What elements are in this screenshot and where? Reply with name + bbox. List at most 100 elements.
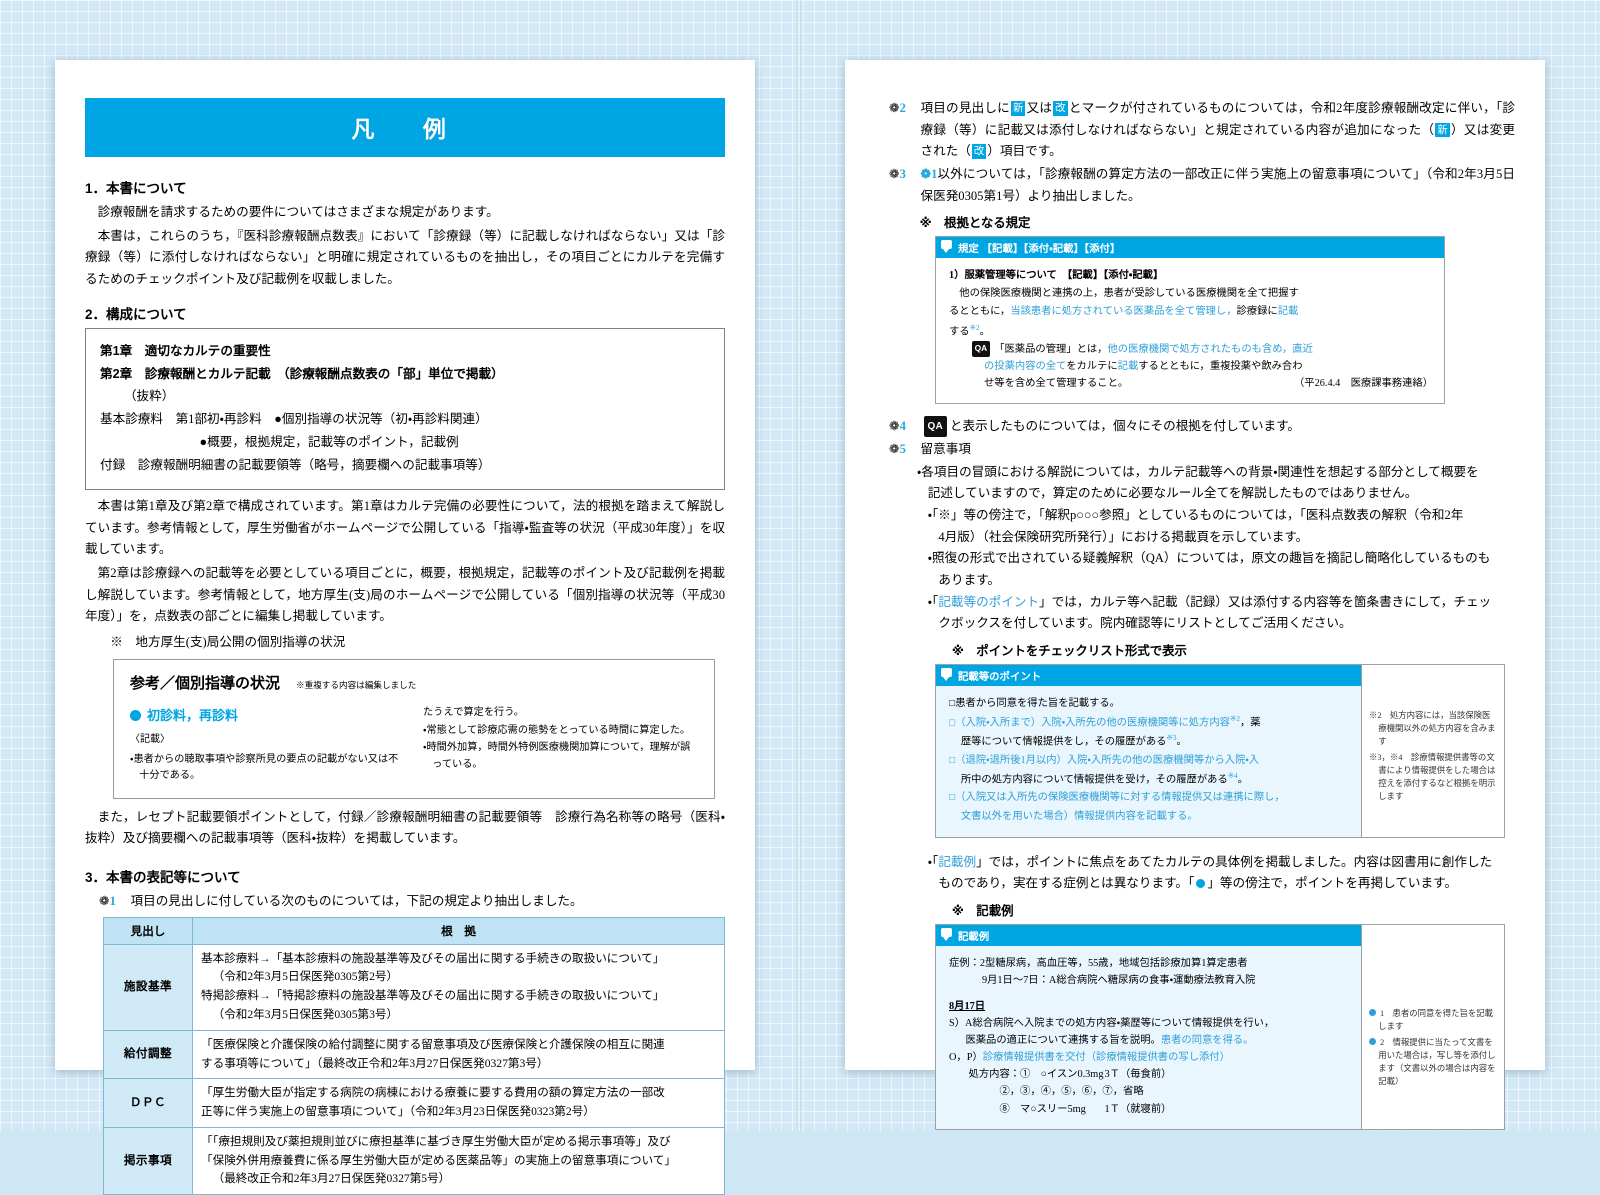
chk2-l2sup: ※3 xyxy=(1166,733,1177,743)
kitei-panel-main: 規定 【記載】【添付・記載】【添付】 1）服薬管理等について 【記載】【添付・記… xyxy=(936,237,1444,403)
note-1-text: 項目の見出しに付している次のものについては，下記の規定より抽出しました。 xyxy=(130,893,583,908)
note5-b4-a: ・「 xyxy=(927,594,939,609)
row1-line1: する事項等について」（最終改正令和2年3月27日保医発0327第3号） xyxy=(201,1056,549,1070)
kitei-l3c: の投薬内容の全て xyxy=(984,361,1067,373)
note-marker-1: ❁1 xyxy=(99,893,116,908)
row3-line1: 「保険外併用療養費に係る厚生労働大臣が定める医薬品等」の実施上の留意事項について… xyxy=(201,1153,676,1167)
outline-line-2: 第2章 診療報酬とカルテ記載 （診療報酬点数表の「部」単位で掲載） xyxy=(100,363,710,386)
rx-head: 処方内容：① ○イスン0.3mg xyxy=(968,1069,1104,1081)
table-row: 掲示事項 「「療担規則及び薬担規則並びに療担基準に基づき厚生労働大臣が定める掲示… xyxy=(103,1126,725,1195)
kitei-panel: 規定 【記載】【添付・記載】【添付】 1）服薬管理等について 【記載】【添付・記… xyxy=(935,236,1445,405)
chk2-l2a: 歴等について情報提供をし，その履歴がある xyxy=(960,736,1167,748)
row3-line2: （最終改正令和2年3月27日保医発0327第5号） xyxy=(212,1172,451,1186)
tag-kai-icon: 改 xyxy=(1053,101,1068,116)
page-title-banner: 凡 例 xyxy=(85,98,725,157)
speech-bubble-icon xyxy=(941,240,952,254)
op-blue: 診療情報提供書を交付（診療情報提供書の写し添付） xyxy=(982,1052,1230,1064)
blue-dot-icon xyxy=(130,710,141,722)
op-a: O，P） xyxy=(949,1052,983,1064)
right-note-2: ❁2 項目の見出しに新又は改とマークが付されているものについては，令和2年度診療… xyxy=(875,98,1515,163)
kitei-source: （平26.4.4 医療課事務連絡） xyxy=(1293,378,1433,390)
speech-bubble-icon xyxy=(941,667,952,681)
table-header-row: 見出し 根 拠 xyxy=(103,916,725,945)
kisairei-label: ※ 記載例 xyxy=(951,903,1014,918)
side-note: 2 情報提供に当たって文書を用いた場合は，写し等を添付します（文書以外の場合は内… xyxy=(1369,1036,1497,1088)
chk3-l2a: 所中の処方内容について情報提供を受け，その履歴がある xyxy=(960,774,1228,786)
kitei-l2-cont: るとともに，当該患者に処方されている医薬品を全て管理し，診療録に記載 xyxy=(949,303,1433,320)
checkbox-item[interactable]: □（入院・入所まで）入院・入所先の他の医療機関等に処方内容※2，薬 xyxy=(949,713,1350,732)
row0-line1: （令和2年3月5日保医発0305第2号） xyxy=(212,970,399,984)
checkbox-item[interactable]: □（入院又は入所先の保険医療機関等に対する情報提供又は連携に際し， xyxy=(949,789,1350,806)
note-4-text: QA と表示したものについては，個々にその根拠を付しています。 xyxy=(921,416,1516,438)
note-marker-4: ❁4 xyxy=(889,419,906,434)
checklist-panel-bar-text: 記載等のポイント xyxy=(958,671,1042,683)
rx-l3-dose: 1Ｔ（就寝前） xyxy=(1104,1103,1172,1115)
case-line-1: 症例：2型糖尿病，高血圧等，55歳，地域包括診療加算1算定患者 xyxy=(949,957,1248,969)
row-label-kyufu-chosei: 給付調整 xyxy=(103,1029,193,1080)
rx-line-3: ⑧ マ○スリー5mg 1Ｔ（就寝前） xyxy=(949,1101,1350,1118)
reference-box-subtitle: ※重複する内容は編集しました xyxy=(296,680,417,691)
rx-head-dose: 3Ｔ（毎食前） xyxy=(1104,1069,1172,1081)
checkbox-item[interactable]: □患者から同意を得た旨を記載する。 xyxy=(949,695,1350,712)
section-2-heading: 2．構成について xyxy=(85,306,187,322)
checkbox-item[interactable]: □（退院・退所後1月以内）入院・入所先の他の医療機関等から入院・入 xyxy=(949,752,1350,769)
left-page: 凡 例 1．本書について 診療報酬を請求するための要件についてはさまざまな規定が… xyxy=(55,60,755,1195)
note5-bullet-2-l2: 4月版）（社会保険研究所発行）」における掲載頁を示しています。 xyxy=(938,529,1309,544)
book-spine xyxy=(797,0,801,1131)
note5-bullet-1: ・各項目の冒頭における解説については，カルテ記載等への背景・関連性を想起する部分… xyxy=(917,462,1515,484)
reference-column-left: 初診料，再診料 〈記載〉 ・患者からの聴取事項や診察所見の要点の記載がない又は不… xyxy=(130,705,407,785)
kitei-l2f: する xyxy=(949,325,970,337)
checklist-panel: 記載等のポイント □患者から同意を得た旨を記載する。 □（入院・入所まで）入院・… xyxy=(935,663,1505,838)
checkbox-item-cont: 歴等について情報提供をし，その履歴がある※3。 xyxy=(949,732,1350,751)
section-2-paragraph-1: 本書は第1章及び第2章で構成されています。第1章はカルテ完備の必要性について，法… xyxy=(85,499,725,557)
ki-l2a: ものであり，実在する症例とは異なります。「 xyxy=(938,876,1195,891)
right-note-5: ❁5 留意事項 xyxy=(875,439,1515,461)
kitei-l2-end: する※2。 xyxy=(949,322,1433,341)
outline-line-3: （抜粋） xyxy=(123,389,175,404)
tag-kai-icon-inline: 改 xyxy=(971,144,987,159)
section-2-paragraph-2: 第2章は診療録への記載等を必要としている項目ごとに，概要，根拠規定，記載等のポイ… xyxy=(85,566,725,624)
reference-col2-item-1: ・常態として診療応需の態勢をとっている時間に算定した。 xyxy=(423,724,691,736)
outline-line-1: 第1章 適切なカルテの重要性 xyxy=(100,343,271,358)
row1-line0: 「医療保険と介護保険の給付調整に関する留意事項及び医療保険と介護保険の相互に関連 xyxy=(201,1037,665,1051)
table-row: ＤＰＣ 「厚生労働大臣が指定する病院の病棟における療養に要する費用の額の算定方法… xyxy=(103,1078,725,1128)
section-2-note: ※ 地方厚生(支)局公開の個別指導の状況 xyxy=(110,635,346,649)
kitei-l2a: 他の保険医療機関と連携の上，患者が受診している医療機関を全て把握す xyxy=(959,288,1299,300)
chk2-b: ，薬 xyxy=(1240,717,1261,729)
checklist-panel-main: 記載等のポイント □患者から同意を得た旨を記載する。 □（入院・入所まで）入院・… xyxy=(936,664,1361,837)
kitei-l3b: 他の医療機関で処方されたものも含め，直近 xyxy=(1107,344,1313,356)
right-note-4: ❁4 QA と表示したものについては，個々にその根拠を付しています。 xyxy=(875,416,1515,438)
kitei-l3-cont: の投薬内容の全てをカルテに記載するとともに，重複投薬や飲み合わ xyxy=(949,358,1433,375)
note-marker-2: ❁2 xyxy=(889,101,906,115)
chart-date: 8月17日 xyxy=(949,1001,986,1013)
kitei-l3g: せ等を含め全て管理すること。 xyxy=(984,378,1129,390)
checkbox-item-cont: 所中の処方内容について情報提供を受け，その履歴がある※4。 xyxy=(949,770,1350,789)
rx-line-1: 処方内容：① ○イスン0.3mg 3Ｔ（毎食前） xyxy=(949,1066,1350,1083)
kisairei-panel-main: 記載例 症例：2型糖尿病，高血圧等，55歳，地域包括診療加算1算定患者 9月1日… xyxy=(936,924,1361,1129)
note-2-text: 項目の見出しに新又は改とマークが付されているものについては，令和2年度診療報酬改… xyxy=(921,98,1515,163)
kitei-l2c: 当該患者に処方されている医薬品を全て管理し， xyxy=(1010,306,1237,318)
structure-outline-box: 第1章 適切なカルテの重要性 第2章 診療報酬とカルテ記載 （診療報酬点数表の「… xyxy=(85,327,725,491)
note-3-text: ❁1以外については，「診療報酬の算定方法の一部改正に伴う実施上の留意事項について… xyxy=(921,164,1516,207)
note2-line1c: とマークが付されているものについては，令和2年度診療報酬改定に伴い， xyxy=(1068,101,1496,115)
row-label-shisetsu-kijun: 施設基準 xyxy=(103,943,193,1031)
note-marker-3-num: 3 xyxy=(899,166,906,181)
kitei-l3f: するとともに，重複投薬や飲み合わ xyxy=(1138,361,1303,373)
kisairei-panel-body: 症例：2型糖尿病，高血圧等，55歳，地域包括診療加算1算定患者 9月1日～7日：… xyxy=(936,945,1361,1129)
note-marker-3: ❁3 xyxy=(889,166,906,181)
note5-bullet-1-l2: 記述していますので，算定のために必要なルール全てを解説したものではありません。 xyxy=(927,486,1418,501)
qa-badge-icon: QA xyxy=(971,341,991,357)
side-note: 1 患者の同意を得た旨を記載します xyxy=(1369,1007,1497,1033)
col-header-midashi: 見出し xyxy=(103,916,193,945)
row0-line2: 特掲診療料→「特掲診療料の施設基準等及びその届出に関する手続きの取扱いについて」 xyxy=(201,989,665,1003)
ki-l2b: 」等の傍注で，ポイントを再掲しています。 xyxy=(1207,876,1458,891)
outline-line-5: ●概要，根拠規定，記載等のポイント，記載例 xyxy=(199,435,459,450)
chk3-l2b: 。 xyxy=(1237,774,1249,786)
kitei-l2b: るとともに， xyxy=(949,306,1011,318)
note-marker-5-num: 5 xyxy=(899,441,906,456)
kitei-l2e: 記載 xyxy=(1277,306,1299,318)
kisairei-intro: ・「記載例」では，ポイントに焦点をあてたカルテの具体例を掲載しました。内容は図書… xyxy=(875,852,1515,895)
note2-line3b: ）項目です。 xyxy=(987,144,1062,159)
reference-col-label: 〈記載〉 xyxy=(130,734,170,746)
kitei-l2d: 診療録に xyxy=(1236,306,1278,318)
